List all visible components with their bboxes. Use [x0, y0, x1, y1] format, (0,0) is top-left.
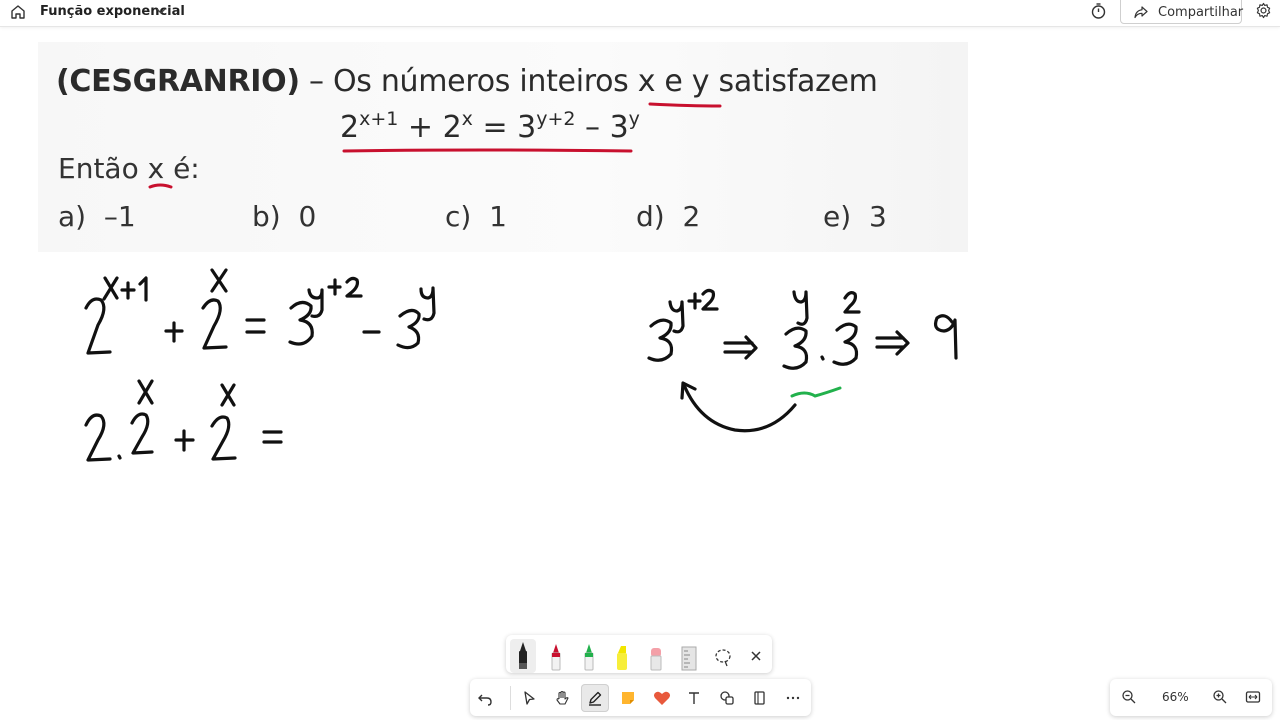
- red-pen[interactable]: [543, 639, 569, 673]
- pen-tray: [506, 635, 772, 673]
- pen-icon: [551, 644, 561, 671]
- ruler[interactable]: [676, 639, 702, 673]
- toolbar-divider: [510, 686, 511, 710]
- green-highlight-mark: [790, 386, 842, 398]
- lasso-select[interactable]: [710, 639, 736, 673]
- black-pen[interactable]: [510, 639, 536, 673]
- pen-tool[interactable]: [581, 684, 609, 712]
- pen-icon: [584, 644, 594, 671]
- more-button[interactable]: [779, 684, 807, 712]
- sticky-note-tool[interactable]: [614, 684, 642, 712]
- undo-icon: [478, 694, 492, 706]
- more-icon: [786, 696, 800, 700]
- pen-icon: [519, 642, 527, 669]
- sticky-note-icon: [622, 692, 634, 704]
- zoom-level[interactable]: 66%: [1162, 690, 1189, 704]
- pages-tool[interactable]: [746, 684, 774, 712]
- ruler-icon: [681, 646, 697, 671]
- text-tool[interactable]: [680, 684, 708, 712]
- handwritten-equation-line1: [84, 268, 436, 355]
- zoom-bar: 66%: [1110, 679, 1272, 716]
- red-underlines: [148, 102, 722, 189]
- lasso-icon: [715, 649, 731, 667]
- heart-icon: [654, 691, 670, 705]
- close-tray-button[interactable]: [743, 639, 769, 673]
- yellow-highlighter[interactable]: [609, 639, 635, 673]
- hand-tool[interactable]: [548, 684, 576, 712]
- underline-x-e-y: [648, 102, 722, 108]
- fit-width-icon[interactable]: [1245, 689, 1261, 705]
- shapes-tool[interactable]: [713, 684, 741, 712]
- zoom-in-icon[interactable]: [1212, 689, 1228, 705]
- main-toolbar: [470, 679, 811, 716]
- handwritten-equation-line2: [84, 379, 283, 462]
- green-pen[interactable]: [576, 639, 602, 673]
- close-icon: [751, 651, 761, 661]
- handwritten-side-work: [647, 288, 958, 433]
- select-tool[interactable]: [515, 684, 543, 712]
- eraser-icon: [650, 648, 662, 671]
- handwritten-ink-layer: [84, 102, 958, 462]
- eraser[interactable]: [643, 639, 669, 673]
- shapes-icon: [720, 691, 734, 705]
- cursor-icon: [524, 691, 535, 705]
- reactions-tool[interactable]: [647, 684, 675, 712]
- pen-icon: [589, 691, 602, 706]
- hand-icon: [556, 690, 569, 705]
- pages-icon: [754, 691, 765, 705]
- text-icon: [689, 692, 699, 704]
- underline-equation: [342, 148, 633, 153]
- zoom-out-icon[interactable]: [1121, 689, 1137, 705]
- curved-arrow: [682, 383, 797, 433]
- underline-x: [148, 183, 173, 189]
- highlighter-icon: [617, 646, 627, 670]
- undo-button[interactable]: [471, 684, 499, 712]
